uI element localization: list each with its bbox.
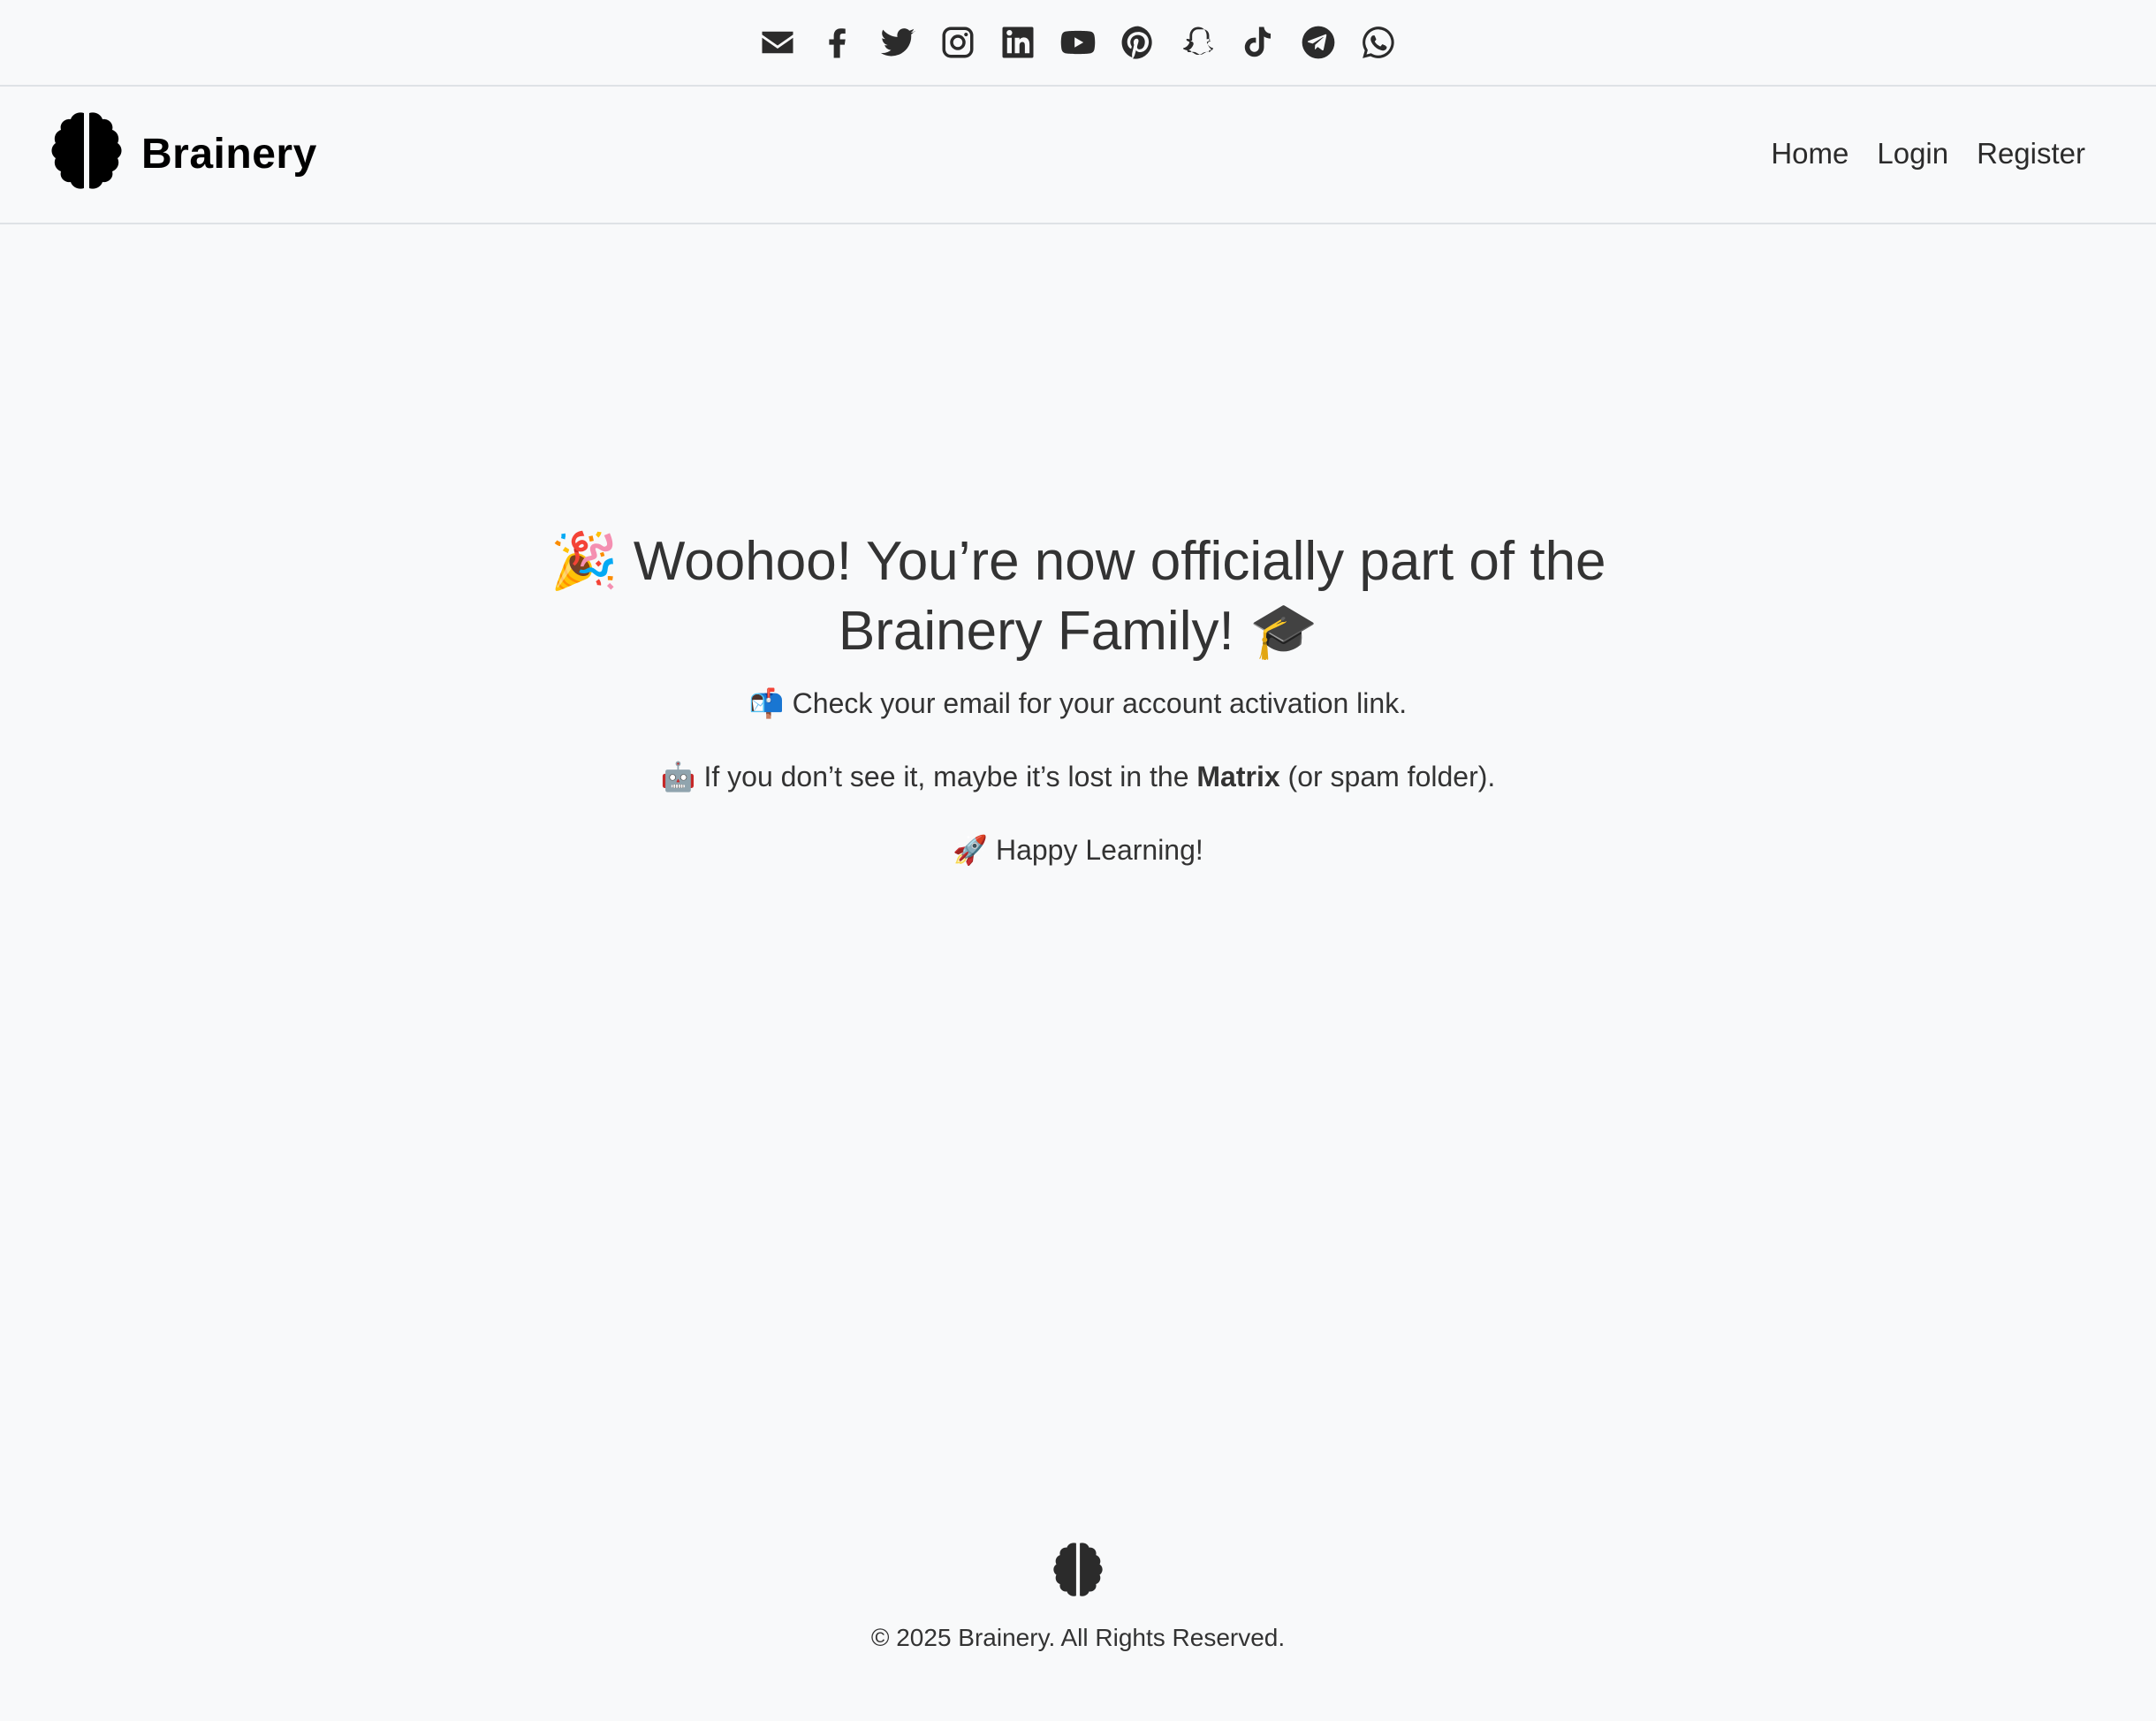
youtube-icon[interactable] <box>1048 16 1108 69</box>
email-instruction-text: Check your email for your account activa… <box>792 687 1408 719</box>
linkedin-icon[interactable] <box>988 16 1048 69</box>
navbar: Brainery Home Login Register <box>0 87 2156 224</box>
facebook-icon[interactable] <box>808 16 868 69</box>
spam-hint-after: (or spam folder). <box>1287 761 1496 792</box>
mailbox-icon: 📬 <box>748 686 785 720</box>
spam-hint-bold: Matrix <box>1196 761 1280 792</box>
confirmation-message: 🎉 Woohoo! You’re now officially part of … <box>0 527 2156 868</box>
snapchat-icon[interactable] <box>1168 16 1228 69</box>
brand-link[interactable]: Brainery <box>42 110 317 198</box>
nav-register-link[interactable]: Register <box>1962 134 2099 173</box>
email-instruction: 📬 Check your email for your account acti… <box>0 686 2156 721</box>
social-bar <box>0 0 2156 87</box>
spam-hint: 🤖 If you don’t see it, maybe it’s lost i… <box>0 759 2156 794</box>
instagram-icon[interactable] <box>928 16 988 69</box>
brain-icon <box>51 112 122 189</box>
brain-icon <box>1053 1543 1103 1596</box>
brand-name: Brainery <box>141 130 317 178</box>
party-popper-icon: 🎉 <box>550 528 619 593</box>
copyright-text: © 2025 Brainery. All Rights Reserved. <box>870 1624 1286 1651</box>
robot-icon: 🤖 <box>660 760 696 793</box>
nav-links: Home Login Register <box>1757 134 2099 173</box>
closing-message: 🚀 Happy Learning! <box>0 832 2156 868</box>
title-text: Woohoo! You’re now officially part of th… <box>633 531 1606 662</box>
rocket-icon: 🚀 <box>953 833 989 867</box>
nav-login-link[interactable]: Login <box>1863 134 1962 173</box>
whatsapp-icon[interactable] <box>1348 16 1408 69</box>
footer: © 2025 Brainery. All Rights Reserved. <box>0 1541 2156 1652</box>
nav-home-link[interactable]: Home <box>1757 134 1863 173</box>
closing-text: Happy Learning! <box>995 834 1203 866</box>
telegram-icon[interactable] <box>1288 16 1348 69</box>
graduation-cap-icon: 🎓 <box>1249 598 1318 663</box>
page-title: 🎉 Woohoo! You’re now officially part of … <box>548 527 1608 666</box>
spam-hint-before: If you don’t see it, maybe it’s lost in … <box>703 761 1189 792</box>
tiktok-icon[interactable] <box>1228 16 1288 69</box>
twitter-icon[interactable] <box>868 16 928 69</box>
pinterest-icon[interactable] <box>1108 16 1168 69</box>
email-icon[interactable] <box>748 16 808 69</box>
